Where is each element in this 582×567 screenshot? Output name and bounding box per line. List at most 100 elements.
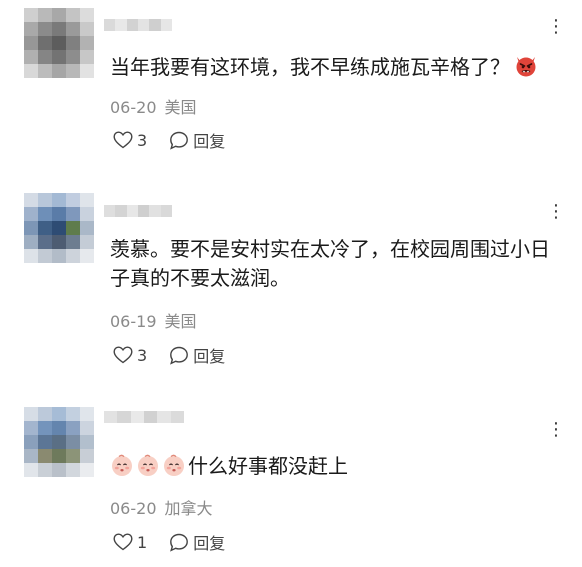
comment-location: 加拿大 [164,499,213,518]
like-button[interactable]: 3 [113,131,147,150]
avatar-mosaic-cell [80,421,94,435]
more-options-icon[interactable]: ⋮ [547,18,566,36]
avatar-mosaic-cell [80,8,94,22]
avatar-mosaic-cell [38,8,52,22]
avatar-mosaic-cell [24,50,38,64]
avatar-mosaic-cell [38,22,52,36]
comment-text: 当年我要有这环境，我不早练成施瓦辛格了？ [110,53,568,86]
comment-date: 06-19 [110,312,157,331]
avatar-mosaic-cell [52,463,66,477]
speech-bubble-icon [170,346,189,365]
avatar[interactable] [24,8,94,78]
avatar-mosaic-cell [80,221,94,235]
avatar-mosaic-cell [24,421,38,435]
avatar-mosaic-cell [80,407,94,421]
avatar-mosaic-cell [52,249,66,263]
avatar-mosaic-cell [52,64,66,78]
like-count: 3 [137,130,148,150]
username-blurred[interactable] [104,19,172,31]
username-mosaic-cell [104,205,116,217]
speech-bubble-icon [170,131,189,150]
avatar-mosaic-cell [24,235,38,249]
avatar-mosaic-cell [66,193,80,207]
avatar-mosaic-cell [66,36,80,50]
more-options-icon[interactable]: ⋮ [547,203,566,221]
avatar-mosaic-cell [52,221,66,235]
username-mosaic-cell [104,411,118,423]
username-mosaic-cell [157,411,171,423]
baby-face-emoji-group [110,454,188,478]
username-mosaic-cell [149,205,161,217]
avatar-mosaic-cell [38,249,52,263]
avatar-mosaic-cell [66,235,80,249]
avatar-mosaic-cell [52,407,66,421]
comment-meta: 06-19 美国 [110,308,197,332]
username-mosaic-cell [104,19,116,31]
reply-button[interactable]: 回复 [169,530,225,554]
avatar[interactable] [24,407,94,477]
avatar-mosaic-cell [52,435,66,449]
username-mosaic-cell [126,205,138,217]
reply-button[interactable]: 回复 [169,343,225,367]
baby-face-emoji-icon [136,453,160,485]
avatar-mosaic-cell [24,207,38,221]
username-mosaic-cell [117,411,131,423]
comment-meta: 06-20 加拿大 [110,495,213,519]
more-options-icon[interactable]: ⋮ [547,421,566,439]
reply-label: 回复 [193,534,226,553]
username-blurred[interactable] [104,411,184,423]
avatar-mosaic-cell [24,193,38,207]
avatar[interactable] [24,193,94,263]
comment-text: 羡慕。要不是安村实在太冷了，在校园周围过小日子真的不要太滋润。 [110,235,568,293]
avatar-mosaic-cell [80,22,94,36]
username-mosaic-cell [115,19,127,31]
username-mosaic-cell [149,19,161,31]
username-blurred[interactable] [104,205,172,217]
avatar-mosaic-cell [52,193,66,207]
avatar-mosaic-cell [24,64,38,78]
avatar-mosaic-cell [66,50,80,64]
heart-icon [113,533,133,551]
avatar-mosaic-cell [52,207,66,221]
avatar-mosaic-cell [66,407,80,421]
avatar-mosaic-cell [80,64,94,78]
avatar-mosaic-cell [24,221,38,235]
baby-face-emoji-icon [110,453,134,485]
username-mosaic-cell [160,205,172,217]
comment-actions: 3 回复 [113,343,225,367]
avatar-mosaic-cell [52,8,66,22]
avatar-mosaic-cell [24,36,38,50]
avatar-mosaic-cell [80,463,94,477]
reply-button[interactable]: 回复 [169,128,225,152]
avatar-mosaic-cell [24,249,38,263]
devil-face-emoji-icon [514,54,538,86]
username-mosaic-cell [170,411,184,423]
comment-actions: 3 回复 [113,128,225,152]
avatar-mosaic-cell [80,50,94,64]
comment-text-content: 羡慕。要不是安村实在太冷了，在校园周围过小日子真的不要太滋润。 [110,237,550,290]
avatar-mosaic-cell [24,449,38,463]
username-mosaic-cell [137,19,150,31]
avatar-mosaic-cell [66,249,80,263]
avatar-mosaic-cell [66,463,80,477]
avatar-mosaic-cell [80,193,94,207]
comment-actions: 1 回复 [113,530,225,554]
avatar-mosaic-cell [38,421,52,435]
avatar-mosaic-cell [52,50,66,64]
avatar-mosaic-cell [80,435,94,449]
avatar-mosaic-cell [80,36,94,50]
avatar-mosaic-cell [24,22,38,36]
avatar-mosaic-cell [38,50,52,64]
avatar-mosaic-cell [52,22,66,36]
comment-date: 06-20 [110,98,157,117]
comment-location: 美国 [164,98,197,117]
avatar-mosaic-cell [66,207,80,221]
username-mosaic-cell [160,19,172,31]
like-button[interactable]: 1 [113,533,147,552]
comment-location: 美国 [164,312,197,331]
avatar-mosaic-cell [38,207,52,221]
like-button[interactable]: 3 [113,346,147,365]
avatar-mosaic-cell [24,8,38,22]
username-mosaic-cell [143,411,158,423]
avatar-mosaic-cell [38,407,52,421]
